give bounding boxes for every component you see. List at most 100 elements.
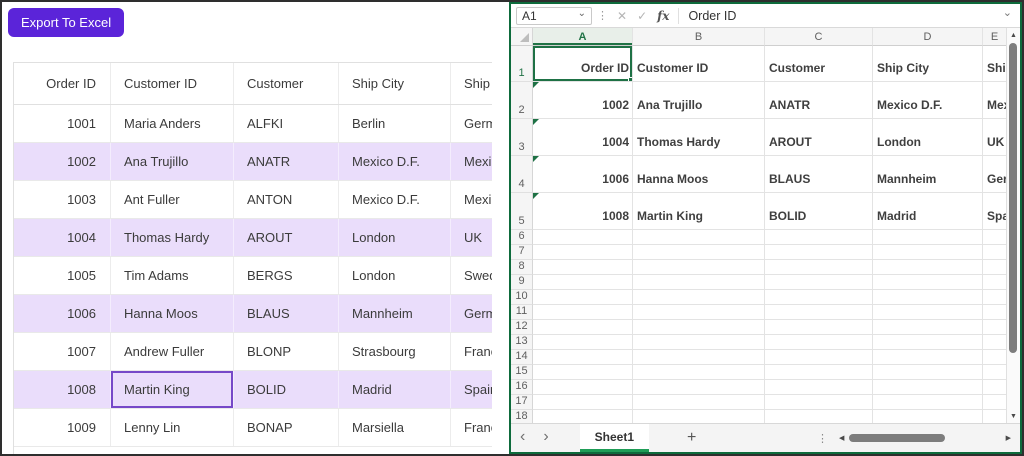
cell-d2[interactable]: Mexico D.F. bbox=[873, 82, 983, 119]
cell-a2[interactable]: 1002 bbox=[533, 82, 633, 119]
grid-cell[interactable]: Spain bbox=[451, 371, 492, 408]
enter-icon[interactable]: ✓ bbox=[637, 9, 647, 23]
scroll-right-icon[interactable]: ▶ bbox=[1003, 434, 1014, 442]
chevron-down-icon[interactable]: ⌄ bbox=[1003, 8, 1012, 19]
grid-cell[interactable]: Mexico bbox=[451, 181, 492, 218]
row-header-9[interactable]: 9 bbox=[511, 275, 533, 290]
empty-cell[interactable] bbox=[873, 365, 983, 380]
grid-cell[interactable]: ANATR bbox=[234, 143, 339, 180]
empty-cell[interactable] bbox=[983, 410, 1006, 423]
empty-cell[interactable] bbox=[633, 275, 765, 290]
table-row-selected[interactable]: 1002 Ana Trujillo ANATR Mexico D.F. Mexi… bbox=[14, 143, 492, 181]
empty-cell[interactable] bbox=[533, 410, 633, 423]
empty-cell[interactable] bbox=[983, 305, 1006, 320]
empty-cell[interactable] bbox=[633, 335, 765, 350]
empty-cell[interactable] bbox=[533, 260, 633, 275]
grid-cell[interactable]: 1005 bbox=[14, 257, 111, 294]
row-header-11[interactable]: 11 bbox=[511, 305, 533, 320]
empty-cell[interactable] bbox=[765, 290, 873, 305]
cell-e5[interactable]: Spain bbox=[983, 193, 1006, 230]
empty-cell[interactable] bbox=[983, 350, 1006, 365]
more-vertical-icon[interactable]: ⋮ bbox=[817, 432, 828, 445]
grid-cell[interactable]: 1004 bbox=[14, 219, 111, 256]
row-header-2[interactable]: 2 bbox=[511, 82, 533, 119]
grid-cell[interactable]: BLAUS bbox=[234, 295, 339, 332]
row-header-6[interactable]: 6 bbox=[511, 230, 533, 245]
column-header-d[interactable]: D bbox=[873, 28, 983, 46]
cell-name-box[interactable]: A1 ⌄ bbox=[516, 7, 592, 25]
empty-cell[interactable] bbox=[765, 320, 873, 335]
scroll-up-icon[interactable]: ▲ bbox=[1010, 28, 1017, 42]
grid-cell[interactable]: Maria Anders bbox=[111, 105, 234, 142]
cell-a1-selected[interactable]: Order ID bbox=[533, 46, 633, 82]
cell-e2[interactable]: Mexico bbox=[983, 82, 1006, 119]
grid-cell[interactable]: ANTON bbox=[234, 181, 339, 218]
empty-cell[interactable] bbox=[983, 230, 1006, 245]
cell-e4[interactable]: Germany bbox=[983, 156, 1006, 193]
row-header-14[interactable]: 14 bbox=[511, 350, 533, 365]
cell-d5[interactable]: Madrid bbox=[873, 193, 983, 230]
grid-cell[interactable]: BONAP bbox=[234, 409, 339, 446]
grid-cell[interactable]: France bbox=[451, 333, 492, 370]
grid-cell[interactable]: Mexico D.F. bbox=[339, 181, 451, 218]
cell-b1[interactable]: Customer ID bbox=[633, 46, 765, 82]
cell-d1[interactable]: Ship City bbox=[873, 46, 983, 82]
grid-cell[interactable]: 1002 bbox=[14, 143, 111, 180]
cell-c2[interactable]: ANATR bbox=[765, 82, 873, 119]
cell-c4[interactable]: BLAUS bbox=[765, 156, 873, 193]
empty-cell[interactable] bbox=[983, 395, 1006, 410]
cell-c1[interactable]: Customer bbox=[765, 46, 873, 82]
grid-cell[interactable]: 1009 bbox=[14, 409, 111, 446]
horizontal-scrollbar[interactable]: ◀ ▶ bbox=[836, 433, 1014, 443]
grid-cell[interactable]: Hanna Moos bbox=[111, 295, 234, 332]
next-sheet-button[interactable]: › bbox=[534, 429, 557, 445]
grid-header-order-id[interactable]: Order ID bbox=[14, 63, 111, 104]
empty-cell[interactable] bbox=[633, 305, 765, 320]
scroll-left-icon[interactable]: ◀ bbox=[836, 434, 847, 442]
empty-cell[interactable] bbox=[983, 335, 1006, 350]
cell-b4[interactable]: Hanna Moos bbox=[633, 156, 765, 193]
empty-cell[interactable] bbox=[533, 320, 633, 335]
empty-cell[interactable] bbox=[765, 305, 873, 320]
table-row-selected[interactable]: 1006 Hanna Moos BLAUS Mannheim Germany bbox=[14, 295, 492, 333]
empty-cell[interactable] bbox=[983, 320, 1006, 335]
grid-cell[interactable]: London bbox=[339, 257, 451, 294]
grid-cell[interactable]: 1003 bbox=[14, 181, 111, 218]
grid-cell[interactable]: Berlin bbox=[339, 105, 451, 142]
empty-cell[interactable] bbox=[533, 305, 633, 320]
row-header-1[interactable]: 1 bbox=[511, 46, 533, 82]
focused-grid-cell[interactable]: Martin King bbox=[111, 371, 234, 408]
cell-b5[interactable]: Martin King bbox=[633, 193, 765, 230]
empty-cell[interactable] bbox=[873, 380, 983, 395]
grid-cell[interactable]: 1006 bbox=[14, 295, 111, 332]
table-row[interactable]: 1001 Maria Anders ALFKI Berlin Germany bbox=[14, 105, 492, 143]
formula-bar-input[interactable]: Order ID bbox=[683, 9, 998, 23]
table-row[interactable]: 1009 Lenny Lin BONAP Marsiella France bbox=[14, 409, 492, 447]
vertical-scrollbar-thumb[interactable] bbox=[1009, 43, 1017, 353]
table-row[interactable]: 1005 Tim Adams BERGS London Sweden bbox=[14, 257, 492, 295]
row-header-10[interactable]: 10 bbox=[511, 290, 533, 305]
cell-c5[interactable]: BOLID bbox=[765, 193, 873, 230]
grid-cell[interactable]: Mexico D.F. bbox=[339, 143, 451, 180]
empty-cell[interactable] bbox=[765, 275, 873, 290]
empty-cell[interactable] bbox=[533, 335, 633, 350]
row-header-3[interactable]: 3 bbox=[511, 119, 533, 156]
empty-cell[interactable] bbox=[873, 260, 983, 275]
cell-a4[interactable]: 1006 bbox=[533, 156, 633, 193]
grid-cell[interactable]: London bbox=[339, 219, 451, 256]
empty-cell[interactable] bbox=[765, 350, 873, 365]
empty-cell[interactable] bbox=[873, 335, 983, 350]
grid-cell[interactable]: 1007 bbox=[14, 333, 111, 370]
table-row-selected[interactable]: 1008 Martin King BOLID Madrid Spain bbox=[14, 371, 492, 409]
select-all-button[interactable] bbox=[511, 28, 533, 46]
empty-cell[interactable] bbox=[533, 230, 633, 245]
empty-cell[interactable] bbox=[765, 380, 873, 395]
add-sheet-button[interactable]: + bbox=[677, 429, 706, 447]
empty-cell[interactable] bbox=[983, 365, 1006, 380]
scroll-down-icon[interactable]: ▼ bbox=[1010, 409, 1017, 423]
grid-header-ship-country[interactable]: Ship Country bbox=[451, 63, 492, 104]
table-row[interactable]: 1007 Andrew Fuller BLONP Strasbourg Fran… bbox=[14, 333, 492, 371]
grid-cell[interactable]: BLONP bbox=[234, 333, 339, 370]
empty-cell[interactable] bbox=[633, 260, 765, 275]
empty-cell[interactable] bbox=[873, 410, 983, 423]
